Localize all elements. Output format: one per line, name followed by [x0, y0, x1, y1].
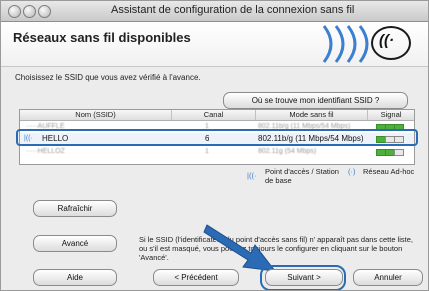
row-ssid: ·····HELLOZ: [26, 148, 65, 155]
instruction-text: Choisissez le SSID que vous avez vérifié…: [15, 73, 201, 82]
advanced-button[interactable]: Avancé: [33, 235, 117, 252]
title-bar: Assistant de configuration de la connexi…: [1, 1, 428, 22]
window-title: Assistant de configuration de la connexi…: [111, 4, 355, 16]
row-channel: 1: [205, 148, 209, 155]
access-point-legend-label: Point d'accès / Station de base: [265, 167, 339, 185]
table-row[interactable]: ·····HELLOZ 1 802.11g (54 Mbps): [20, 146, 414, 158]
previous-button[interactable]: < Précédent: [153, 269, 239, 286]
cancel-button[interactable]: Annuler: [353, 269, 423, 286]
wireless-logo-icon: ((·: [371, 26, 411, 60]
column-header-ssid[interactable]: Nom (SSID): [20, 110, 172, 120]
next-button[interactable]: Suivant >: [265, 269, 343, 286]
table-header: Nom (SSID) Canal Mode sans fil Signal: [20, 110, 414, 121]
wifi-waves-icon: [322, 25, 369, 63]
minimize-window-button[interactable]: [23, 5, 36, 18]
adhoc-legend-label: Réseau Ad-hoc: [363, 167, 415, 176]
column-header-mode[interactable]: Mode sans fil: [256, 110, 368, 120]
column-header-signal[interactable]: Signal: [368, 110, 414, 120]
refresh-button[interactable]: Rafraîchir: [33, 200, 117, 217]
adhoc-legend-icon: (·): [348, 167, 356, 176]
help-button[interactable]: Aide: [33, 269, 117, 286]
page-title: Réseaux sans fil disponibles: [13, 30, 191, 45]
signal-strength-icon: [376, 149, 410, 156]
access-point-legend-icon: |((·: [247, 171, 257, 180]
row-mode: 802.11g (54 Mbps): [258, 148, 317, 155]
ssid-help-button[interactable]: Où se trouve mon identifiant SSID ?: [223, 92, 408, 109]
wizard-window: Assistant de configuration de la connexi…: [0, 0, 429, 291]
column-header-channel[interactable]: Canal: [172, 110, 256, 120]
close-window-button[interactable]: [8, 5, 21, 18]
selected-row-highlight: [16, 129, 418, 146]
zoom-window-button[interactable]: [38, 5, 51, 18]
page-header: Réseaux sans fil disponibles ((·: [1, 22, 428, 67]
